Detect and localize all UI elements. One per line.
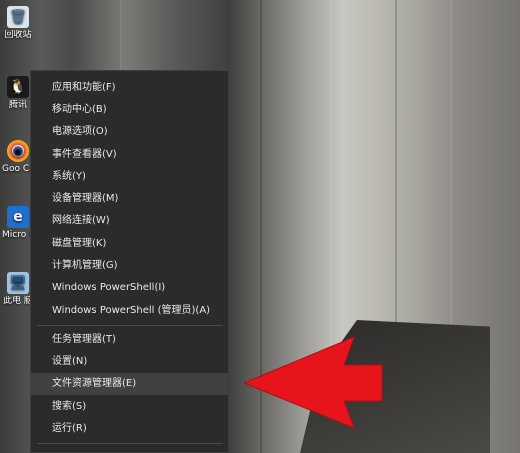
menu-item-settings[interactable]: 设置(N) [31, 351, 228, 373]
menu-item-mobility-center[interactable]: 移动中心(B) [31, 99, 228, 121]
menu-item-run[interactable]: 运行(R) [31, 418, 228, 440]
chrome-icon: ◉ [7, 140, 29, 162]
menu-item-search[interactable]: 搜索(S) [31, 396, 228, 418]
menu-item-device-manager[interactable]: 设备管理器(M) [31, 188, 228, 210]
quick-link-menu: 应用和功能(F) 移动中心(B) 电源选项(O) 事件查看器(V) 系统(Y) … [30, 70, 229, 453]
menu-item-system[interactable]: 系统(Y) [31, 166, 228, 188]
menu-item-task-manager[interactable]: 任务管理器(T) [31, 329, 228, 351]
this-pc-icon: 🖥 [7, 272, 29, 294]
qq-icon: 🐧 [7, 76, 29, 98]
recycle-bin-icon: 🗑 [7, 6, 29, 28]
red-arrow-annotation [244, 336, 383, 429]
menu-item-file-explorer[interactable]: 文件资源管理器(E) [31, 373, 228, 395]
arrow-shape [244, 336, 383, 429]
menu-separator [37, 325, 223, 326]
menu-item-disk-management[interactable]: 磁盘管理(K) [31, 233, 228, 255]
menu-item-network-connections[interactable]: 网络连接(W) [31, 210, 228, 232]
menu-item-powershell-admin[interactable]: Windows PowerShell (管理员)(A) [31, 300, 228, 322]
menu-item-power-options[interactable]: 电源选项(O) [31, 121, 228, 143]
edge-icon: e [7, 206, 29, 228]
menu-item-event-viewer[interactable]: 事件查看器(V) [31, 144, 228, 166]
desktop-icon-recycle-bin[interactable]: 🗑 回收站 [2, 6, 34, 41]
menu-item-apps-features[interactable]: 应用和功能(F) [31, 77, 228, 99]
menu-item-powershell[interactable]: Windows PowerShell(I) [31, 277, 228, 299]
menu-separator [37, 443, 223, 444]
menu-item-computer-management[interactable]: 计算机管理(G) [31, 255, 228, 277]
desktop-icon-label: 回收站 [4, 30, 32, 40]
